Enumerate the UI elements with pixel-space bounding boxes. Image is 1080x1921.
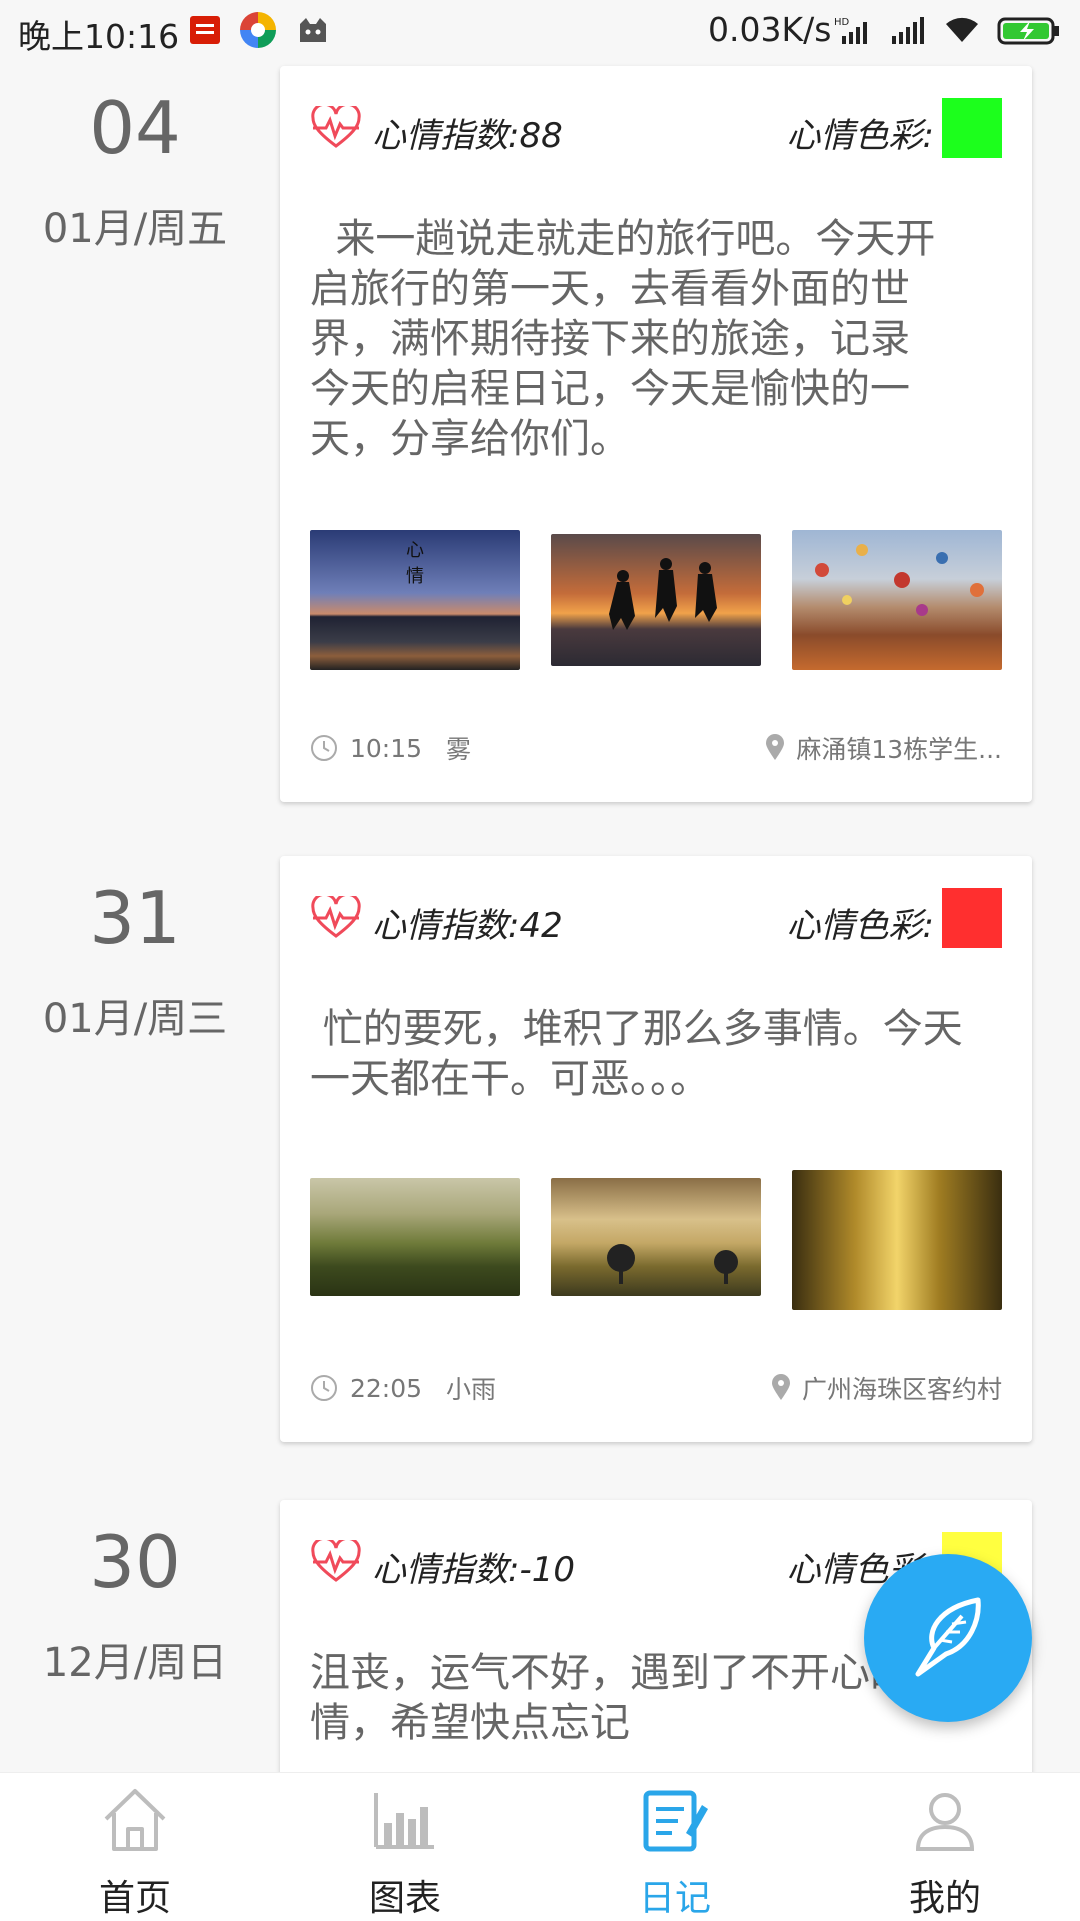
nav-item-home[interactable]: 首页 [0, 1773, 270, 1921]
entry-day: 31 [89, 876, 181, 960]
tree-road-photo[interactable] [792, 1170, 1002, 1310]
status-time: 晚上10:16 [18, 17, 180, 56]
entry-time: 10:15 [350, 733, 423, 763]
signal-icon [892, 17, 924, 44]
entry-location[interactable]: 麻涌镇13栋学生... [764, 730, 1002, 766]
heartbeat-icon [311, 106, 361, 148]
trees [607, 1244, 738, 1284]
clock-icon [311, 735, 337, 761]
entry-location[interactable]: 广州海珠区客约村 [770, 1370, 1002, 1406]
mood-index: 心情指数:88 [372, 116, 563, 156]
network-speed: 0.03K/s [708, 10, 832, 49]
heartbeat-icon [311, 1540, 361, 1582]
nav-item-chart[interactable]: 图表 [270, 1773, 540, 1921]
mood-index: 心情指数:42 [372, 906, 563, 946]
entry-meta: 22:05 小雨 [310, 1370, 496, 1406]
sunset-jump-photo[interactable] [551, 534, 761, 666]
nav-item-mine[interactable]: 我的 [810, 1773, 1080, 1921]
mood-color-label: 心情色彩: [786, 906, 934, 946]
misty-field-photo[interactable] [551, 1178, 761, 1296]
location-pin-icon [766, 734, 785, 760]
diary-card[interactable]: 心情指数:88 心情色彩: 来一趟说走就走的旅行吧。今天开 启旅行的第一天，去看… [280, 66, 1032, 802]
diary-list[interactable]: 04 01月/周五 心情指数:88 心情色彩: 来一趟说走就走的旅行吧。今天开 … [0, 62, 1080, 1772]
nav-label: 首页 [98, 1878, 171, 1919]
cat-app-icon [300, 18, 326, 42]
feather-pen-icon [915, 1597, 981, 1677]
user-icon [915, 1793, 975, 1851]
entry-text: 忙的要死，堆积了那么多事情。今天 一天都在干。可恶。。。 [310, 1006, 963, 1102]
hd-signal-icon: HD [834, 17, 867, 44]
wifi-icon [946, 17, 978, 42]
photo-overlay-text: 心 情 [406, 540, 424, 587]
entry-month-week: 01月/周五 [42, 206, 228, 252]
heartbeat-icon [311, 896, 361, 938]
bottom-navigation: 首页 图表 日记 我的 [0, 1772, 1080, 1921]
entry-meta: 10:15 雾 [310, 730, 471, 766]
mood-color-swatch [942, 98, 1002, 158]
entry-text: 来一趟说走就走的旅行吧。今天开 启旅行的第一天，去看看外面的世 界，满怀期待接下… [310, 216, 936, 462]
entry-location-text: 麻涌镇13栋学生... [796, 735, 1002, 764]
entry-weather: 小雨 [446, 1375, 497, 1404]
chart-icon [374, 1793, 434, 1849]
diary-card[interactable]: 心情指数:42 心情色彩: 忙的要死，堆积了那么多事情。今天 一天都在干。可恶。… [280, 856, 1032, 1442]
netease-app-icon [190, 16, 220, 44]
entry-month-week: 01月/周三 [42, 996, 228, 1042]
battery-charging-icon [997, 17, 1059, 45]
entry-location-text: 广州海珠区客约村 [801, 1375, 1002, 1404]
nav-label: 我的 [908, 1878, 981, 1919]
entry-month-week: 12月/周日 [42, 1640, 228, 1686]
status-bar: 晚上10:16 0.03K/s HD [0, 0, 1080, 62]
green-hills-photo[interactable] [310, 1178, 520, 1296]
night-bridge-photo[interactable]: 心 情 [310, 530, 520, 670]
home-icon [104, 1789, 166, 1851]
entry-day: 30 [89, 1520, 181, 1604]
balloons [815, 544, 984, 616]
entry-weather: 雾 [446, 735, 472, 764]
mood-color-label: 心情色彩: [786, 116, 934, 156]
hot-air-balloons-photo[interactable] [792, 530, 1002, 670]
mood-color-swatch [942, 888, 1002, 948]
colorful-app-icon [240, 12, 276, 48]
nav-label: 图表 [368, 1878, 441, 1919]
mood-index: 心情指数:-10 [372, 1550, 575, 1590]
nav-item-diary[interactable]: 日记 [540, 1773, 810, 1921]
silhouette-people [609, 558, 717, 630]
entry-time: 22:05 [350, 1373, 423, 1403]
svg-text:HD: HD [834, 17, 850, 28]
diary-icon [643, 1790, 708, 1852]
clock-icon [311, 1375, 337, 1401]
entry-day: 04 [89, 86, 181, 170]
location-pin-icon [771, 1374, 790, 1400]
nav-label: 日记 [638, 1878, 711, 1919]
write-diary-button[interactable] [864, 1554, 1032, 1722]
